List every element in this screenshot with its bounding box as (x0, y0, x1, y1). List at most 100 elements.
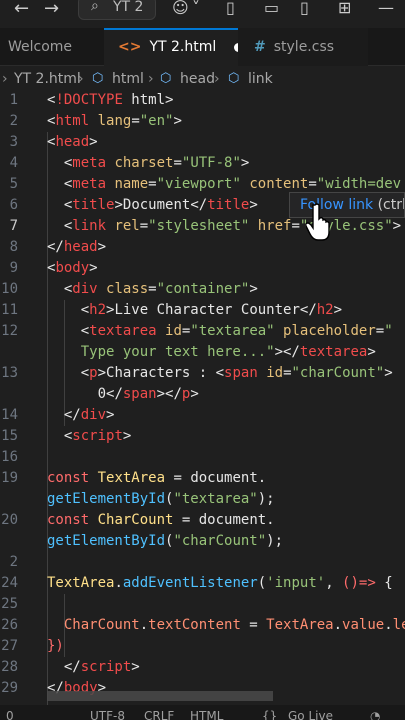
code-token: > (97, 365, 107, 381)
breadcrumb-file[interactable]: YT 2.html (14, 68, 81, 90)
editor-tabs: Welcome <> YT 2.html # style.css (0, 28, 405, 66)
code-token: html (55, 113, 90, 129)
code-line[interactable]: 19 const TextArea = document. (0, 468, 405, 489)
status-eol[interactable]: CRLF (144, 705, 174, 720)
code-line[interactable]: 7 <link rel="stylesheet" href="style.css… (0, 216, 405, 237)
code-line[interactable]: getElementById("charCount"); (0, 531, 405, 552)
code-line[interactable]: 3 <head> (0, 132, 405, 153)
code-token: > (249, 197, 258, 213)
panel-right-icon[interactable]: ▯ (300, 0, 309, 17)
tab-label: style.css (273, 39, 335, 55)
code-token: = (173, 512, 199, 528)
code-line[interactable]: 10 <div class="container"> (0, 279, 405, 300)
panel-left-icon[interactable]: ▯ (226, 0, 235, 17)
chevron-down-icon[interactable]: ˅ (192, 0, 200, 17)
code-line[interactable]: 24 TextArea.addEventListener('input', ()=… (0, 573, 405, 594)
code-text: </script> (47, 657, 140, 678)
code-token: "viewport" (156, 176, 241, 192)
code-token: head (63, 239, 98, 255)
code-text: <p>Characters : <span id="charCount"> (47, 363, 393, 384)
code-line[interactable]: 28 </script> (0, 657, 405, 678)
breadcrumb-head[interactable]: head (180, 68, 215, 90)
code-token: = (131, 113, 140, 129)
copilot-icon[interactable]: ☺ (172, 0, 189, 17)
status-language[interactable]: HTML (190, 705, 223, 720)
code-token: div (72, 281, 98, 297)
code-line[interactable]: 0</span></p> (0, 384, 405, 405)
code-line[interactable]: 4 <meta charset="UTF-8"> (0, 153, 405, 174)
status-problems[interactable]: 0 (6, 705, 14, 720)
code-token: > (384, 365, 393, 381)
code-token: ></ (274, 344, 300, 360)
code-text: </head> (47, 237, 106, 258)
code-token: "width=dev (316, 176, 402, 192)
line-number: 14 (1, 407, 18, 423)
bell-icon[interactable]: ◔ (370, 705, 380, 720)
code-line[interactable]: 13 <p>Characters : <span id="charCount"> (0, 363, 405, 384)
tab-welcome[interactable]: Welcome (0, 28, 104, 66)
status-encoding[interactable]: UTF-8 (90, 705, 125, 720)
horizontal-scrollbar[interactable] (47, 691, 273, 701)
minimize-icon[interactable]: — (378, 0, 394, 17)
code-line[interactable]: 25 (0, 594, 405, 615)
code-line[interactable]: 12 <textarea id="textarea" placeholder=" (0, 321, 405, 342)
code-token: { (375, 575, 393, 591)
code-line[interactable]: 8 </head> (0, 237, 405, 258)
command-center-search[interactable]: ⌕ YT 2 (78, 0, 156, 20)
code-token: = (291, 218, 300, 234)
code-token: > (131, 659, 140, 675)
code-token: id (156, 323, 182, 339)
code-token: = (240, 617, 267, 633)
line-number: 24 (1, 575, 18, 591)
line-number: 5 (9, 176, 18, 192)
line-number: 2 (9, 554, 18, 570)
arrow-left-icon[interactable]: ← (14, 0, 29, 18)
code-line[interactable]: 26 CharCount.textContent = TextArea.valu… (0, 615, 405, 636)
code-line[interactable]: 20 const CharCount = document. (0, 510, 405, 531)
code-token: > (114, 197, 123, 213)
code-token: p (89, 365, 98, 381)
code-line[interactable]: getElementById("textarea"); (0, 489, 405, 510)
code-line[interactable]: 11 <h2>Live Character Counter</h2> (0, 300, 405, 321)
code-line[interactable]: 2 <html lang="en"> (0, 111, 405, 132)
code-token: TextArea (47, 575, 115, 591)
code-token: "textarea" (173, 491, 258, 507)
tab-style-css[interactable]: # style.css (238, 28, 368, 66)
code-line[interactable]: 15 <script> (0, 426, 405, 447)
code-text: CharCount.textContent = TextArea.value.l… (47, 615, 405, 636)
chevron-right-icon: › (78, 71, 84, 87)
code-line[interactable]: 2 (0, 552, 405, 573)
code-token: = (148, 176, 157, 192)
code-text: <body> (47, 258, 98, 279)
code-line[interactable]: 27}) (0, 636, 405, 657)
code-line[interactable]: Type your text here..."></textarea> (0, 342, 405, 363)
code-token: class (97, 281, 149, 297)
element-icon: ⬡ (228, 71, 240, 86)
breadcrumb-link[interactable]: link (248, 68, 273, 90)
code-token: () (342, 575, 359, 591)
code-editor[interactable]: 1 <!DOCTYPE html> 2 <html lang="en"> 3 <head>… (0, 90, 405, 708)
tab-yt-2-html[interactable]: <> YT 2.html (104, 28, 244, 66)
code-token: body (55, 260, 90, 276)
breadcrumb-html[interactable]: html (112, 68, 144, 90)
status-go-live[interactable]: Go Live (288, 705, 333, 720)
code-token: "container" (156, 281, 250, 297)
code-token: span (224, 365, 258, 381)
code-line[interactable]: 16 (0, 447, 405, 468)
arrow-right-icon[interactable]: → (44, 0, 59, 18)
code-token: Type your text here..." (47, 344, 275, 360)
search-icon: ⌕ (91, 0, 99, 14)
code-line[interactable]: 14 </div> (0, 405, 405, 426)
code-token: </ (190, 197, 208, 213)
layout-icon[interactable]: ⊞ (338, 0, 351, 17)
code-line[interactable]: 1 <!DOCTYPE html> (0, 90, 405, 111)
code-line[interactable]: 9 <body> (0, 258, 405, 279)
code-token: Document (122, 197, 191, 213)
code-token: > (249, 281, 258, 297)
panel-bottom-icon[interactable]: ▭ (264, 0, 279, 17)
line-number: 8 (9, 239, 18, 255)
code-token: script (80, 659, 132, 675)
code-token: TextArea (266, 617, 334, 633)
